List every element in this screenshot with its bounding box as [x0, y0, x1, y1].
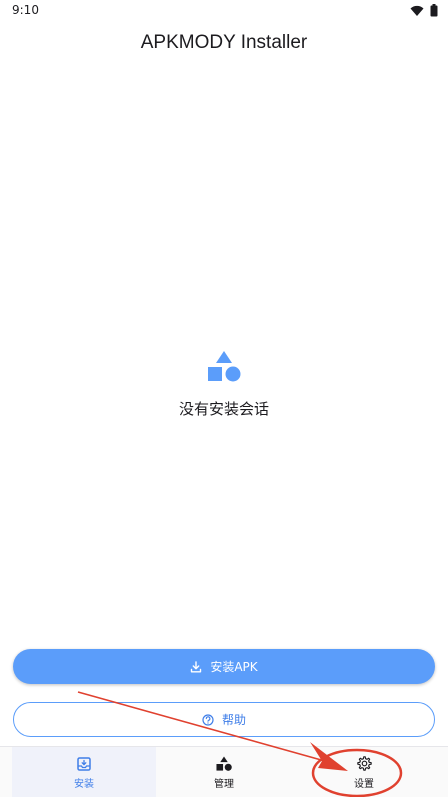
- nav-item-install[interactable]: 安装: [12, 747, 156, 797]
- gear-icon: [356, 756, 372, 771]
- install-apk-label: 安装APK: [210, 660, 258, 674]
- shapes-icon: [216, 755, 232, 771]
- empty-state-message: 没有安装会话: [178, 400, 269, 418]
- battery-icon: [430, 4, 438, 17]
- status-bar: 9:10: [0, 0, 448, 22]
- nav-item-install-label: 安装: [74, 778, 94, 790]
- nav-item-settings-label: 设置: [354, 779, 374, 790]
- status-time: 9:10: [12, 3, 39, 17]
- download-icon: [191, 660, 202, 672]
- nav-item-settings[interactable]: 设置: [292, 747, 436, 797]
- help-circle-icon: [202, 713, 214, 726]
- shapes-icon: [208, 351, 241, 382]
- install-apk-button[interactable]: 安装APK: [13, 649, 435, 684]
- nav-item-manage-label: 管理: [214, 778, 234, 790]
- install-box-icon: [77, 756, 91, 771]
- nav-item-manage[interactable]: 管理: [152, 747, 296, 797]
- help-label: 帮助: [221, 713, 246, 727]
- empty-state: 没有安装会话: [0, 350, 448, 419]
- wifi-icon: [410, 5, 424, 16]
- bottom-nav: 安装 管理 设置: [0, 746, 448, 797]
- status-icons: [410, 4, 438, 17]
- help-button[interactable]: 帮助: [13, 702, 435, 737]
- app-title: APKMODY Installer: [140, 32, 308, 53]
